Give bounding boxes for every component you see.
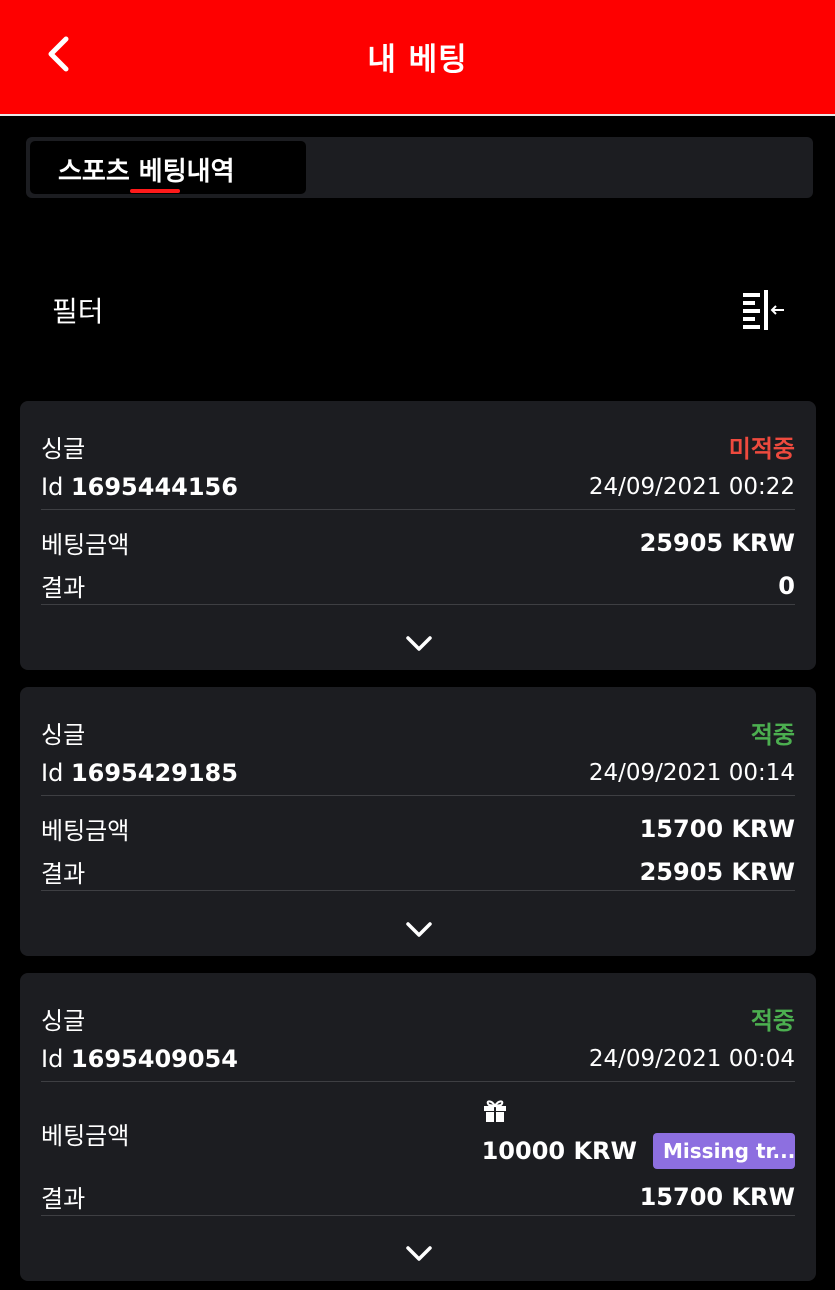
- divider: [41, 509, 795, 510]
- bet-id: Id 1695444156: [41, 473, 238, 501]
- chevron-down-icon: [406, 1246, 432, 1261]
- divider: [41, 1081, 795, 1082]
- bet-type: 싱글: [41, 721, 86, 749]
- tab-bar: 스포츠 베팅내역: [26, 137, 813, 198]
- bonus-tag[interactable]: Missing tr...: [653, 1133, 795, 1169]
- divider: [41, 604, 795, 605]
- bet-id: Id 1695409054: [41, 1045, 238, 1073]
- stake-label: 베팅금액: [41, 1121, 130, 1150]
- chevron-down-icon: [406, 922, 432, 937]
- result-value: 15700 KRW: [639, 1182, 795, 1211]
- bet-card: 싱글 적중 Id 1695409054 24/09/2021 00:04 베팅금…: [20, 973, 816, 1281]
- filter-label: 필터: [52, 295, 104, 328]
- chevron-down-icon: [406, 636, 432, 651]
- result-value: 0: [778, 571, 795, 600]
- divider: [41, 890, 795, 891]
- filter-toggle-button[interactable]: [740, 290, 786, 330]
- bet-type: 싱글: [41, 1007, 86, 1035]
- app-header: 내 베팅: [0, 0, 835, 116]
- page-title: 내 베팅: [367, 42, 468, 78]
- stake-label: 베팅금액: [41, 531, 130, 559]
- tab-sports-bet-history[interactable]: 스포츠 베팅내역: [30, 141, 306, 194]
- bet-datetime: 24/09/2021 00:14: [588, 760, 795, 786]
- expand-button[interactable]: [404, 1243, 434, 1265]
- bet-card: 싱글 적중 Id 1695429185 24/09/2021 00:14 베팅금…: [20, 687, 816, 956]
- stake-amount-group: 10000 KRW Missing tr...: [482, 1097, 795, 1169]
- expand-button[interactable]: [404, 633, 434, 655]
- bet-id: Id 1695429185: [41, 759, 238, 787]
- bet-id-number: 1695429185: [70, 759, 238, 787]
- expand-button[interactable]: [404, 919, 434, 941]
- stake-value: 15700 KRW: [639, 814, 795, 843]
- bet-status: 적중: [750, 1007, 795, 1035]
- bet-status: 적중: [750, 721, 795, 749]
- stake-value: 10000 KRW: [481, 1137, 637, 1165]
- gift-icon: [483, 1100, 506, 1122]
- result-label: 결과: [41, 1185, 86, 1213]
- bet-id-label: Id: [41, 473, 64, 501]
- bet-status: 미적중: [728, 435, 795, 463]
- bet-id-number: 1695444156: [70, 473, 238, 501]
- tab-label: 스포츠 베팅내역: [58, 157, 235, 187]
- active-tab-indicator: [130, 189, 180, 193]
- bet-datetime: 24/09/2021 00:04: [588, 1046, 795, 1072]
- bet-card: 싱글 미적중 Id 1695444156 24/09/2021 00:22 베팅…: [20, 401, 816, 670]
- divider: [41, 795, 795, 796]
- bet-datetime: 24/09/2021 00:22: [588, 474, 795, 500]
- bet-id-label: Id: [41, 1045, 64, 1073]
- stake-label: 베팅금액: [41, 817, 130, 845]
- bet-id-number: 1695409054: [70, 1045, 238, 1073]
- result-label: 결과: [41, 574, 86, 602]
- bet-id-label: Id: [41, 759, 64, 787]
- result-label: 결과: [41, 860, 86, 888]
- bet-type: 싱글: [41, 435, 86, 463]
- result-value: 25905 KRW: [639, 857, 795, 886]
- stake-value: 25905 KRW: [639, 528, 795, 557]
- divider: [41, 1215, 795, 1216]
- filter-collapse-icon: [743, 290, 784, 330]
